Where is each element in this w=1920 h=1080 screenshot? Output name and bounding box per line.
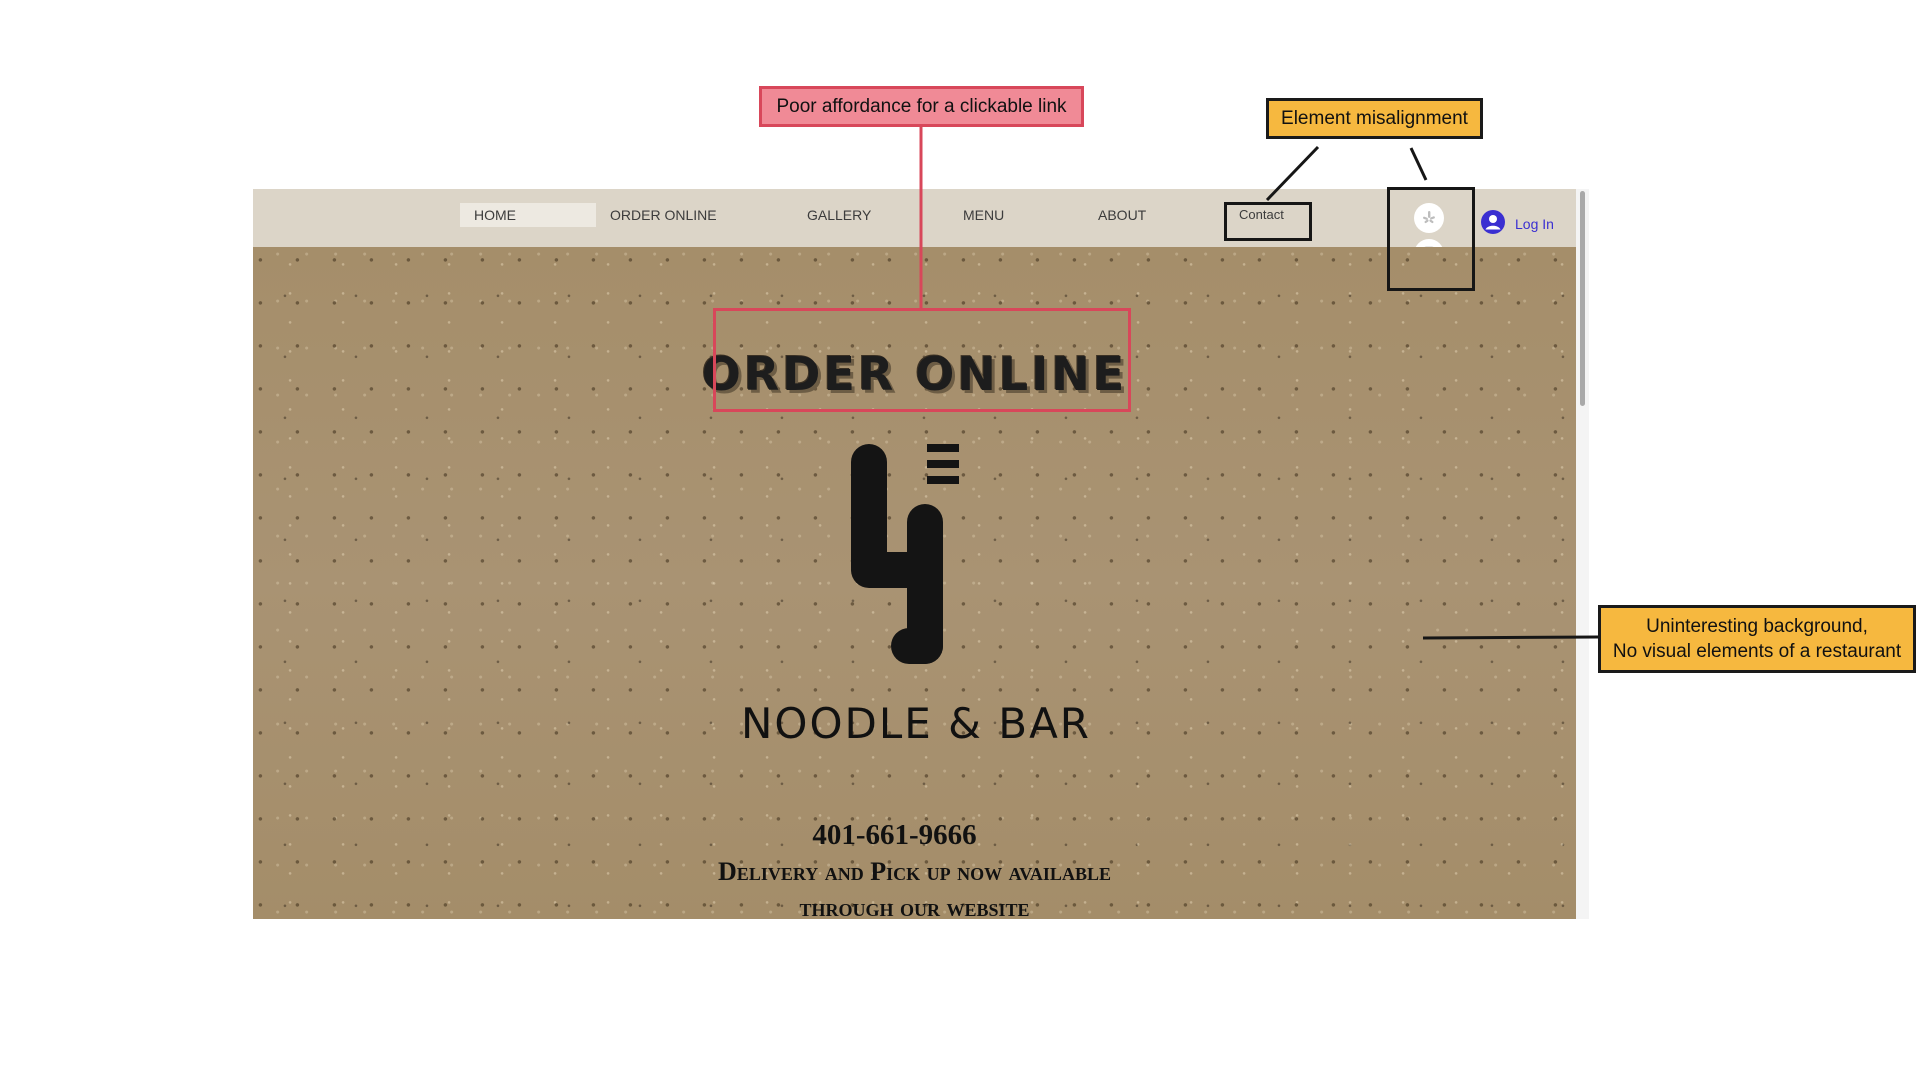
misalignment-connector-right (1409, 147, 1428, 181)
annotation-lines (919, 127, 1599, 640)
background-callout: Uninteresting background, No visual elem… (1598, 605, 1916, 673)
order-online-highlight-box (713, 308, 1131, 412)
background-connector (1422, 635, 1599, 640)
contact-highlight-box (1224, 202, 1312, 241)
misalignment-connector-left (1265, 145, 1320, 202)
poor-affordance-callout: Poor affordance for a clickable link (759, 86, 1084, 127)
background-callout-line1: Uninteresting background, (1646, 616, 1868, 637)
background-callout-line2: No visual elements of a restaurant (1612, 641, 1902, 662)
misalignment-callout: Element misalignment (1266, 98, 1483, 139)
social-icons-highlight-box (1387, 187, 1475, 291)
